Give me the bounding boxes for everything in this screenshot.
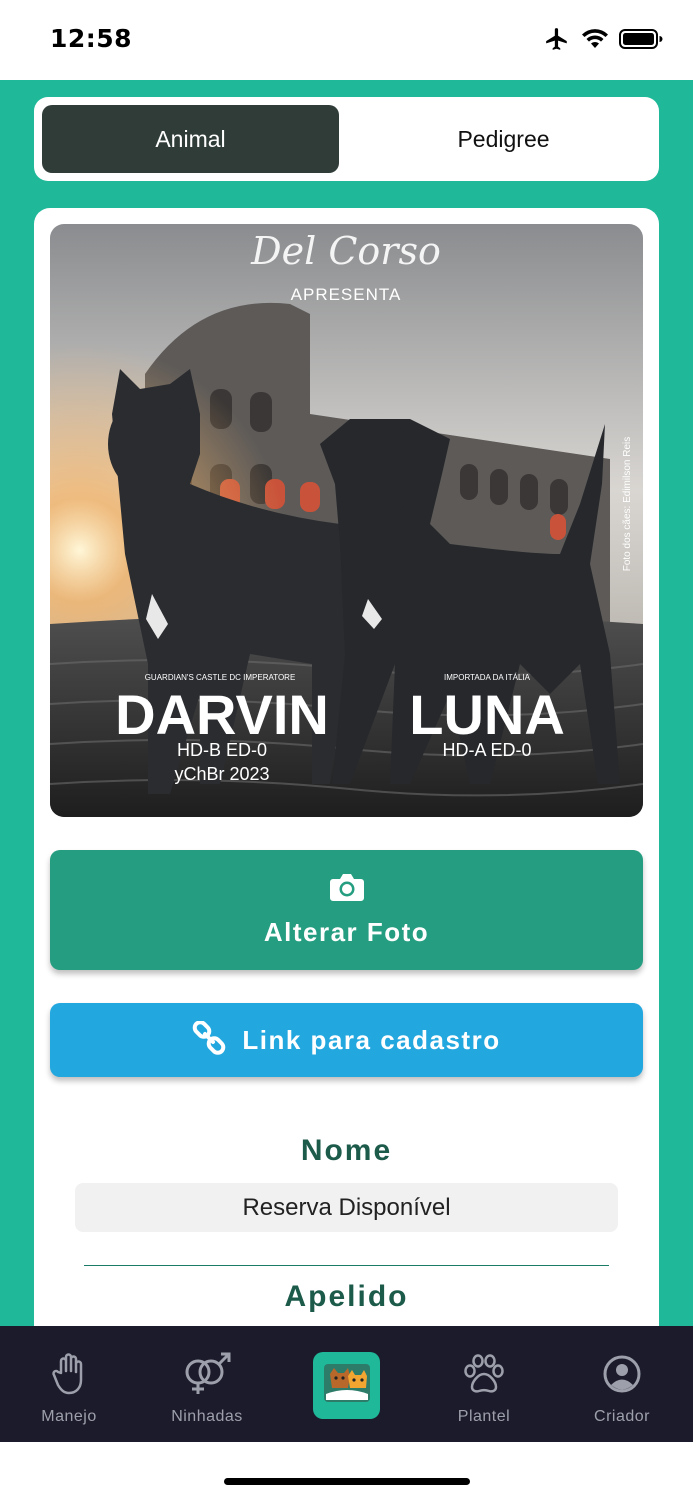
nav-item-manejo[interactable]: Manejo [0, 1326, 138, 1442]
status-time: 12:58 [50, 24, 133, 53]
home-area [0, 1442, 693, 1500]
logo-text: Del Corso [250, 229, 441, 273]
photo-subheader: APRESENTA [291, 285, 402, 304]
nav-label-ninhadas: Ninhadas [171, 1408, 243, 1425]
link-icon [192, 1019, 226, 1060]
hand-icon [52, 1352, 86, 1396]
nav-item-ninhadas[interactable]: Ninhadas [138, 1326, 276, 1442]
dog-right-origin: IMPORTADA DA ITÁLIA [444, 673, 531, 682]
dog-right-info-1: HD-A ED-0 [442, 740, 531, 760]
tab-animal[interactable]: Animal [42, 105, 339, 173]
tab-bar: Animal Pedigree [34, 97, 659, 181]
home-indicator[interactable] [224, 1478, 470, 1485]
dog-left-name: DARVIN [115, 683, 329, 746]
tab-pedigree[interactable]: Pedigree [356, 105, 651, 173]
registration-link-label: Link para cadastro [242, 1024, 501, 1055]
registration-link-button[interactable]: Link para cadastro [50, 1003, 643, 1077]
gender-icon [181, 1352, 233, 1396]
bottom-nav: Manejo Ninhadas Plantel Criador [0, 1326, 693, 1442]
dog-left-kennel: GUARDIAN'S CASTLE DC IMPERATORE [145, 673, 296, 682]
divider [84, 1265, 609, 1266]
name-label: Nome [300, 1134, 393, 1167]
battery-icon [619, 28, 663, 55]
nav-label-plantel: Plantel [457, 1408, 511, 1425]
nickname-label: Apelido [284, 1280, 409, 1313]
pets-app-icon [322, 1360, 372, 1411]
nav-item-plantel[interactable]: Plantel [415, 1326, 553, 1442]
dog-left-info-1: HD-B ED-0 [177, 740, 267, 760]
animal-card: Del Corso APRESENTA Foto dos cães: Edimi… [34, 208, 659, 1326]
wifi-icon [581, 28, 609, 55]
paw-icon [463, 1352, 505, 1396]
dog-left-info-2: yChBr 2023 [174, 764, 269, 784]
nav-item-pets[interactable] [313, 1352, 380, 1419]
status-icons [543, 26, 663, 57]
nav-item-criador[interactable]: Criador [553, 1326, 691, 1442]
dog-right-name: LUNA [409, 683, 565, 746]
change-photo-label: Alterar Foto [263, 917, 430, 947]
name-field[interactable]: Reserva Disponível [75, 1183, 618, 1232]
photo-credit: Foto dos cães: Edimilson Reis [622, 437, 633, 572]
camera-icon [329, 872, 365, 907]
airplane-icon [543, 26, 571, 57]
user-icon [602, 1352, 642, 1396]
nav-label-manejo: Manejo [41, 1408, 97, 1425]
nav-label-criador: Criador [594, 1408, 650, 1425]
status-bar: 12:58 [0, 0, 693, 80]
animal-photo: Del Corso APRESENTA Foto dos cães: Edimi… [50, 224, 643, 817]
content-area: Animal Pedigree Del Corso APRESENTA Foto… [0, 80, 693, 1326]
change-photo-button[interactable]: Alterar Foto [50, 850, 643, 970]
